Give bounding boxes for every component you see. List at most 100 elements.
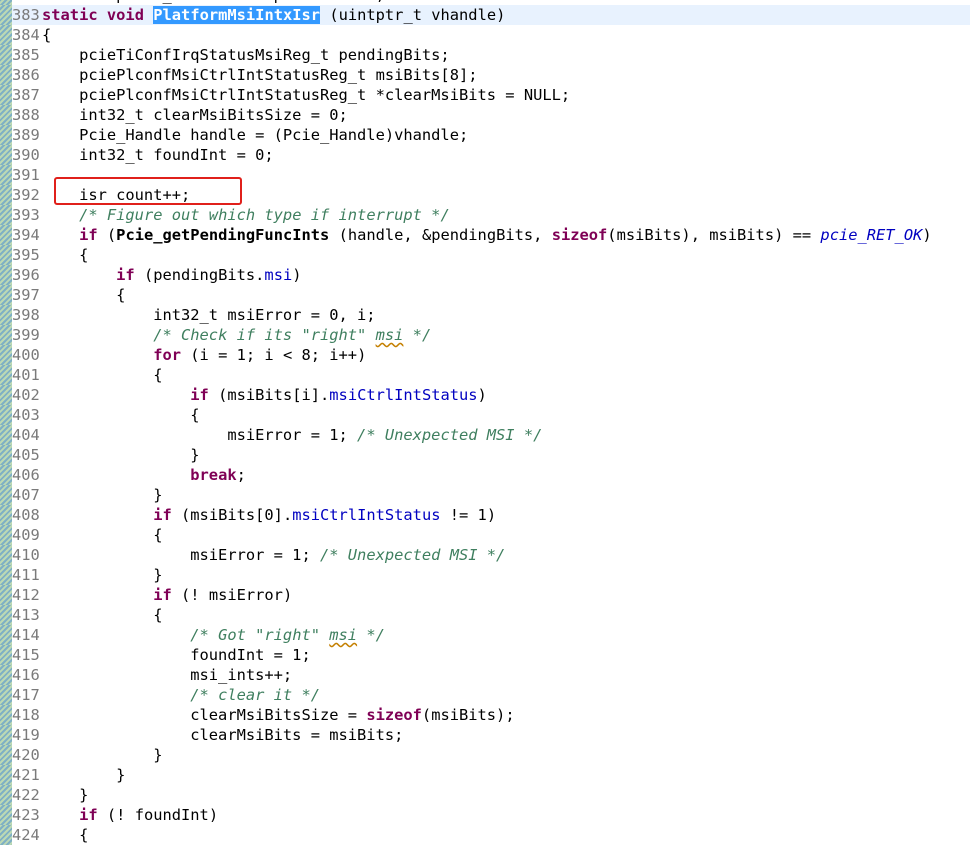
code-line[interactable]: 395 {: [0, 245, 970, 265]
line-number: 397: [12, 286, 40, 304]
code-text[interactable]: msiError = 1; /* Unexpected MSI */: [42, 545, 505, 565]
code-token: pcie_RET_OK: [820, 226, 923, 244]
code-line[interactable]: 402 if (msiBits[i].msiCtrlIntStatus): [0, 385, 970, 405]
code-line[interactable]: 410 msiError = 1; /* Unexpected MSI */: [0, 545, 970, 565]
code-text[interactable]: /* Check if its "right" msi */: [42, 325, 431, 345]
code-text[interactable]: break;: [42, 465, 246, 485]
code-text[interactable]: if (msiBits[0].msiCtrlIntStatus != 1): [42, 505, 496, 525]
code-line[interactable]: 412 if (! msiError): [0, 585, 970, 605]
code-line[interactable]: 422 }: [0, 785, 970, 805]
code-line[interactable]: 400 for (i = 1; i < 8; i++): [0, 345, 970, 365]
code-text[interactable]: {: [42, 25, 51, 45]
code-line[interactable]: 417 /* clear it */: [0, 685, 970, 705]
code-line[interactable]: 388 int32_t clearMsiBitsSize = 0;: [0, 105, 970, 125]
code-line[interactable]: 403 {: [0, 405, 970, 425]
change-marker: [0, 645, 12, 665]
code-text[interactable]: if (! foundInt): [42, 805, 218, 825]
code-line[interactable]: 421 }: [0, 765, 970, 785]
code-text[interactable]: pciePlconfMsiCtrlIntStatusReg_t msiBits[…: [42, 65, 477, 85]
code-text[interactable]: /* Figure out which type if interrupt */: [42, 205, 450, 225]
code-token: {: [42, 826, 89, 844]
code-text[interactable]: if (Pcie_getPendingFuncInts (handle, &pe…: [42, 225, 932, 245]
code-line[interactable]: 414 /* Got "right" msi */: [0, 625, 970, 645]
change-marker: [0, 345, 12, 365]
code-line[interactable]: 387 pciePlconfMsiCtrlIntStatusReg_t *cle…: [0, 85, 970, 105]
code-line[interactable]: 389 Pcie_Handle handle = (Pcie_Handle)vh…: [0, 125, 970, 145]
code-text[interactable]: {: [42, 245, 88, 265]
code-text[interactable]: clearMsiBitsSize = sizeof(msiBits);: [42, 705, 514, 725]
code-line[interactable]: 409 {: [0, 525, 970, 545]
code-line[interactable]: 384{: [0, 25, 970, 45]
code-line[interactable]: 396 if (pendingBits.msi): [0, 265, 970, 285]
code-line[interactable]: 390 int32_t foundInt = 0;: [0, 145, 970, 165]
code-line[interactable]: 411 }: [0, 565, 970, 585]
code-text[interactable]: if (pendingBits.msi): [42, 265, 302, 285]
change-marker: [0, 625, 12, 645]
code-text[interactable]: static void PlatformMsiIntxIsr (uintptr_…: [42, 5, 505, 25]
code-text[interactable]: }: [42, 765, 125, 785]
code-text[interactable]: msiError = 1; /* Unexpected MSI */: [42, 425, 542, 445]
code-token: ): [922, 226, 932, 244]
code-text[interactable]: }: [42, 445, 199, 465]
code-text[interactable]: if (! msiError): [42, 585, 292, 605]
code-text[interactable]: int32_t msiError = 0, i;: [42, 305, 375, 325]
code-text[interactable]: Pcie_Handle handle = (Pcie_Handle)vhandl…: [42, 125, 468, 145]
code-line[interactable]: 406 break;: [0, 465, 970, 485]
code-text[interactable]: int32_t foundInt = 0;: [42, 145, 274, 165]
code-line[interactable]: 385 pcieTiConfIrqStatusMsiReg_t pendingB…: [0, 45, 970, 65]
line-number: 424: [12, 826, 40, 844]
code-text[interactable]: {: [42, 365, 162, 385]
code-text[interactable]: {: [42, 605, 162, 625]
code-line[interactable]: 418 clearMsiBitsSize = sizeof(msiBits);: [0, 705, 970, 725]
code-text[interactable]: for (i = 1; i < 8; i++): [42, 345, 366, 365]
code-token: (msiBits[i].: [208, 386, 330, 404]
code-text[interactable]: if (msiBits[i].msiCtrlIntStatus): [42, 385, 487, 405]
code-text[interactable]: foundInt = 1;: [42, 645, 310, 665]
code-text[interactable]: /* Got "right" msi */: [42, 625, 385, 645]
line-number: 411: [12, 566, 40, 584]
change-marker: [0, 425, 12, 445]
change-marker: [0, 525, 12, 545]
code-line[interactable]: 399 /* Check if its "right" msi */: [0, 325, 970, 345]
code-text[interactable]: }: [42, 565, 162, 585]
code-text[interactable]: {: [42, 285, 125, 305]
code-line[interactable]: 394 if (Pcie_getPendingFuncInts (handle,…: [0, 225, 970, 245]
line-number: 401: [12, 366, 40, 384]
code-text[interactable]: pciePlconfMsiCtrlIntStatusReg_t *clearMs…: [42, 85, 570, 105]
code-token: ): [292, 266, 302, 284]
code-line[interactable]: 420 }: [0, 745, 970, 765]
code-line[interactable]: 404 msiError = 1; /* Unexpected MSI */: [0, 425, 970, 445]
code-token: }: [42, 786, 89, 804]
code-line[interactable]: 401 {: [0, 365, 970, 385]
code-editor[interactable]: 382 Semaphore_Handle semaphoreHandle;383…: [0, 0, 970, 845]
code-text[interactable]: msi_ints++;: [42, 665, 292, 685]
line-number: 406: [12, 466, 40, 484]
code-text[interactable]: {: [42, 525, 162, 545]
code-text[interactable]: int32_t clearMsiBitsSize = 0;: [42, 105, 348, 125]
code-line[interactable]: 415 foundInt = 1;: [0, 645, 970, 665]
line-number: 385: [12, 46, 40, 64]
code-line[interactable]: 419 clearMsiBits = msiBits;: [0, 725, 970, 745]
code-line[interactable]: 393 /* Figure out which type if interrup…: [0, 205, 970, 225]
code-text[interactable]: }: [42, 745, 162, 765]
code-text[interactable]: {: [42, 405, 199, 425]
code-line[interactable]: 408 if (msiBits[0].msiCtrlIntStatus != 1…: [0, 505, 970, 525]
code-line[interactable]: 424 {: [0, 825, 970, 845]
code-line[interactable]: 416 msi_ints++;: [0, 665, 970, 685]
code-text[interactable]: clearMsiBits = msiBits;: [42, 725, 403, 745]
code-line[interactable]: 407 }: [0, 485, 970, 505]
code-text[interactable]: pcieTiConfIrqStatusMsiReg_t pendingBits;: [42, 45, 450, 65]
code-line[interactable]: 383 static void PlatformMsiIntxIsr (uintp…: [0, 5, 970, 25]
code-line[interactable]: 405 }: [0, 445, 970, 465]
line-number: 395: [12, 246, 40, 264]
code-text[interactable]: {: [42, 825, 88, 845]
code-line[interactable]: 413 {: [0, 605, 970, 625]
code-line[interactable]: 397 {: [0, 285, 970, 305]
code-text[interactable]: }: [42, 485, 162, 505]
code-text[interactable]: }: [42, 785, 88, 805]
code-text[interactable]: /* clear it */: [42, 685, 320, 705]
code-line[interactable]: 386 pciePlconfMsiCtrlIntStatusReg_t msiB…: [0, 65, 970, 85]
code-line[interactable]: 423 if (! foundInt): [0, 805, 970, 825]
code-line[interactable]: 398 int32_t msiError = 0, i;: [0, 305, 970, 325]
